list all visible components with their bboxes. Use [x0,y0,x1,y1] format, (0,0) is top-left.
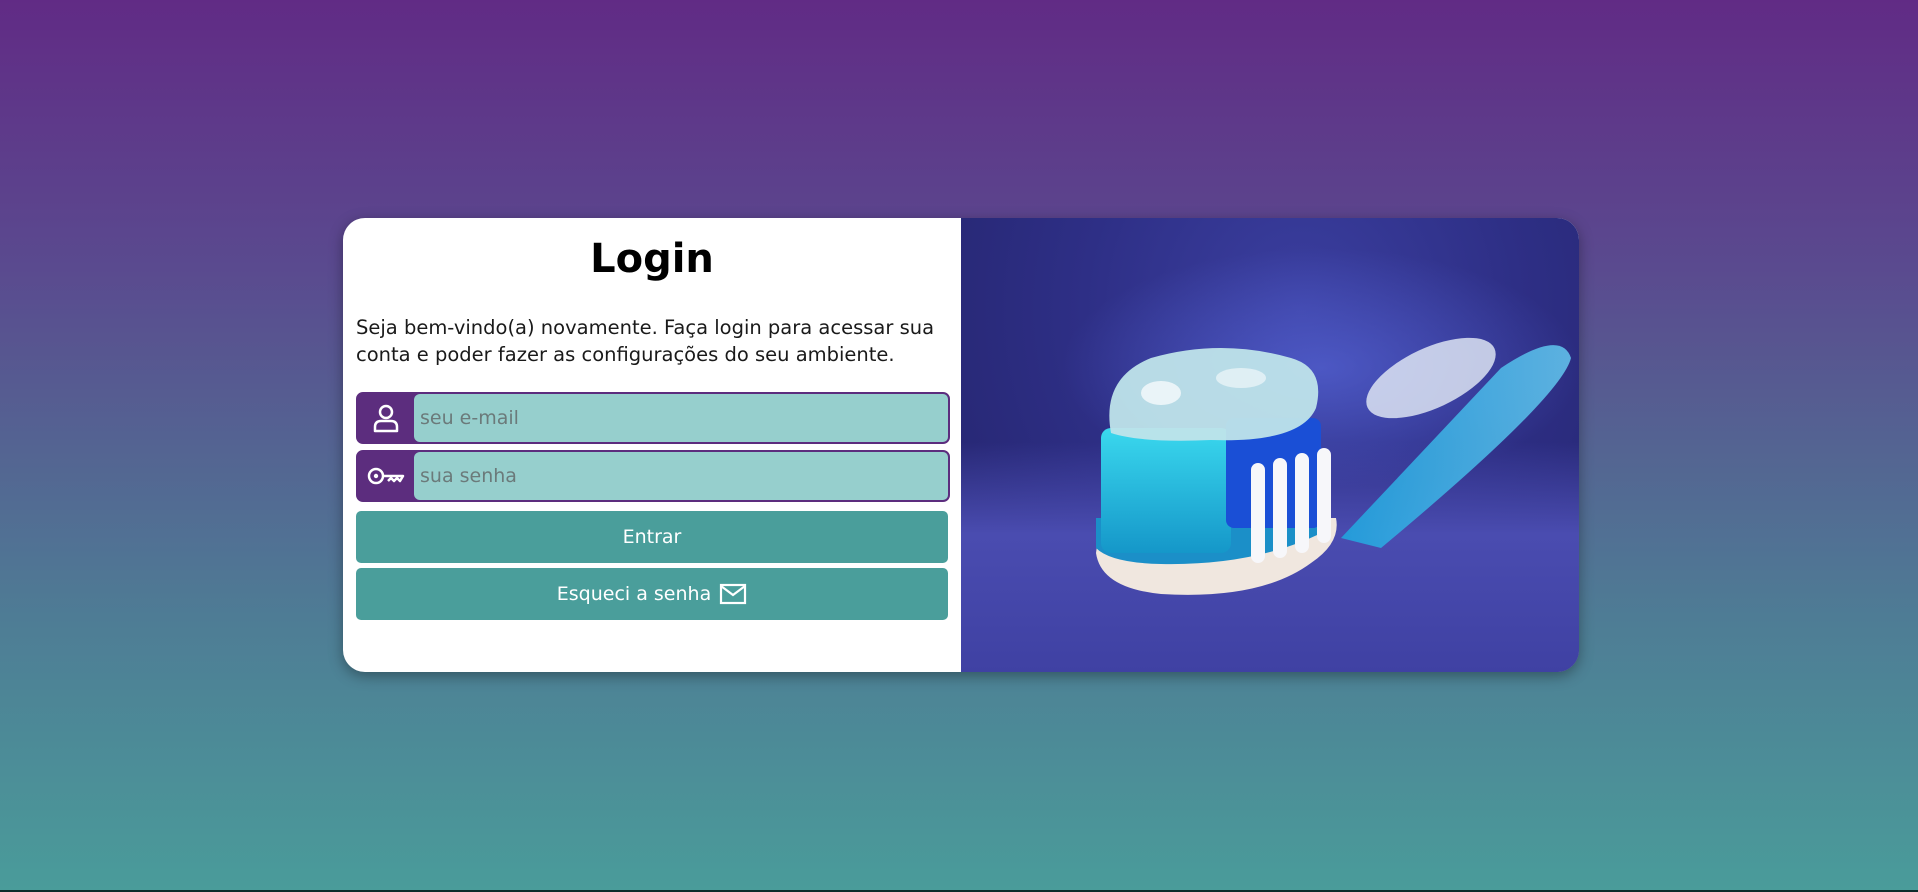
login-card: Login Seja bem-vindo(a) novamente. Faça … [343,218,1579,672]
page-title: Login [590,236,714,282]
email-input[interactable] [414,394,948,442]
login-button-label: Entrar [622,526,682,548]
key-icon [358,452,414,500]
user-icon [358,394,414,442]
welcome-text: Seja bem-vindo(a) novamente. Faça login … [356,316,935,366]
mail-icon [719,583,747,605]
toothbrush-photo [961,218,1579,672]
forgot-password-button[interactable]: Esqueci a senha [356,568,948,620]
email-field-group [356,392,950,444]
password-field-group [356,450,950,502]
login-panel: Login Seja bem-vindo(a) novamente. Faça … [343,218,961,672]
forgot-password-label: Esqueci a senha [556,583,712,605]
password-input[interactable] [414,452,948,500]
login-button[interactable]: Entrar [356,511,948,563]
